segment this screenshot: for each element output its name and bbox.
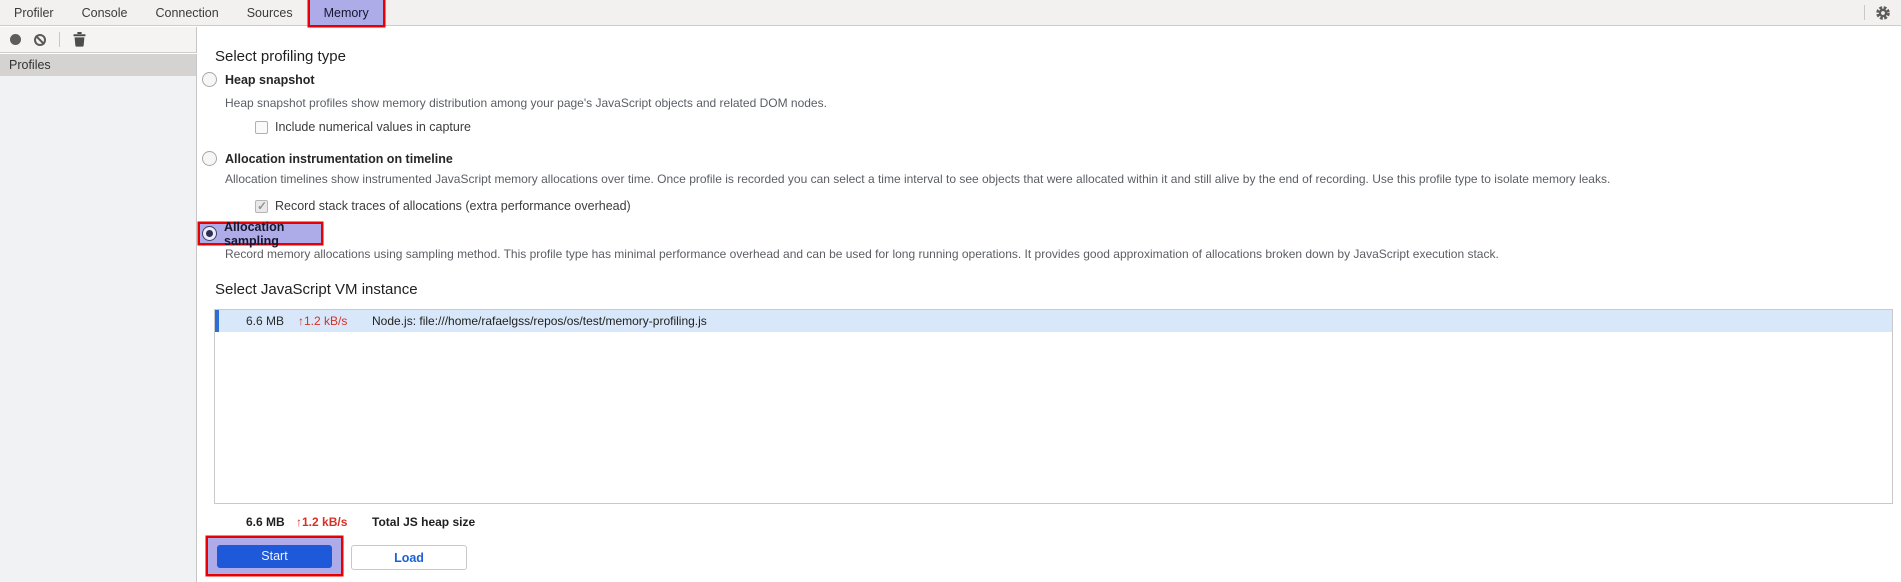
radio-icon[interactable] [202,72,217,87]
tabbar-right-controls [1854,0,1901,25]
checkbox-label[interactable]: Include numerical values in capture [275,120,471,134]
start-button-annotation: Start [208,538,341,574]
vm-instance-list[interactable]: 6.6 MB ↑1.2 kB/s Node.js: file:///home/r… [214,309,1893,504]
start-button[interactable]: Start [217,544,332,568]
total-heap-rate: ↑1.2 kB/s [296,515,348,529]
total-heap-size: 6.6 MB [246,515,285,529]
radio-allocation-sampling[interactable]: Allocation sampling [200,220,321,248]
tab-memory[interactable]: Memory [309,0,383,25]
checkbox-record-stack-traces[interactable]: Record stack traces of allocations (extr… [255,199,631,213]
radio-label[interactable]: Allocation instrumentation on timeline [225,152,453,166]
heap-snapshot-description: Heap snapshot profiles show memory distr… [225,96,827,110]
radio-label[interactable]: Allocation sampling [224,220,321,248]
tabbar-separator [1864,5,1865,20]
total-heap-row: 6.6 MB ↑1.2 kB/s Total JS heap size [246,515,475,529]
checkbox-include-numerical-values[interactable]: Include numerical values in capture [255,120,471,134]
radio-icon[interactable] [202,226,217,241]
sidebar-item-profiles[interactable]: Profiles [0,54,196,76]
vm-heap-rate: ↑1.2 kB/s [298,314,348,328]
tab-profiler[interactable]: Profiler [0,0,68,25]
record-icon[interactable] [10,34,21,45]
allocation-sampling-description: Record memory allocations using sampling… [225,247,1499,261]
block-icon[interactable] [34,33,46,46]
vm-instance-row[interactable]: 6.6 MB ↑1.2 kB/s Node.js: file:///home/r… [215,310,1892,332]
load-button[interactable]: Load [351,545,467,570]
radio-allocation-timeline[interactable]: Allocation instrumentation on timeline [202,151,453,166]
gear-icon[interactable] [1875,5,1891,21]
profiles-sidebar: Profiles [0,54,197,582]
tab-console[interactable]: Console [68,0,142,25]
total-heap-label: Total JS heap size [372,515,476,529]
radio-icon[interactable] [202,151,217,166]
checkbox-icon[interactable] [255,120,268,134]
toolbar-separator [59,32,60,47]
radio-label[interactable]: Heap snapshot [225,73,315,87]
tab-sources[interactable]: Sources [233,0,307,25]
panel-tabbar: Profiler Console Connection Sources Memo… [0,0,1901,26]
checkbox-icon[interactable] [255,199,268,213]
vm-heap-size: 6.6 MB [246,314,285,328]
profiler-toolbar [0,27,197,53]
radio-heap-snapshot[interactable]: Heap snapshot [202,72,315,87]
allocation-timeline-description: Allocation timelines show instrumented J… [225,172,1611,186]
trash-icon[interactable] [73,32,86,47]
vm-instance-heading: Select JavaScript VM instance [215,281,418,298]
memory-panel-main: Select profiling type Heap snapshot Heap… [198,27,1901,582]
profiling-type-heading: Select profiling type [215,48,346,65]
checkbox-label[interactable]: Record stack traces of allocations (extr… [275,199,631,213]
vm-instance-name: Node.js: file:///home/rafaelgss/repos/os… [372,314,707,328]
tab-connection[interactable]: Connection [141,0,232,25]
devtools-memory-panel: Profiler Console Connection Sources Memo… [0,0,1901,582]
